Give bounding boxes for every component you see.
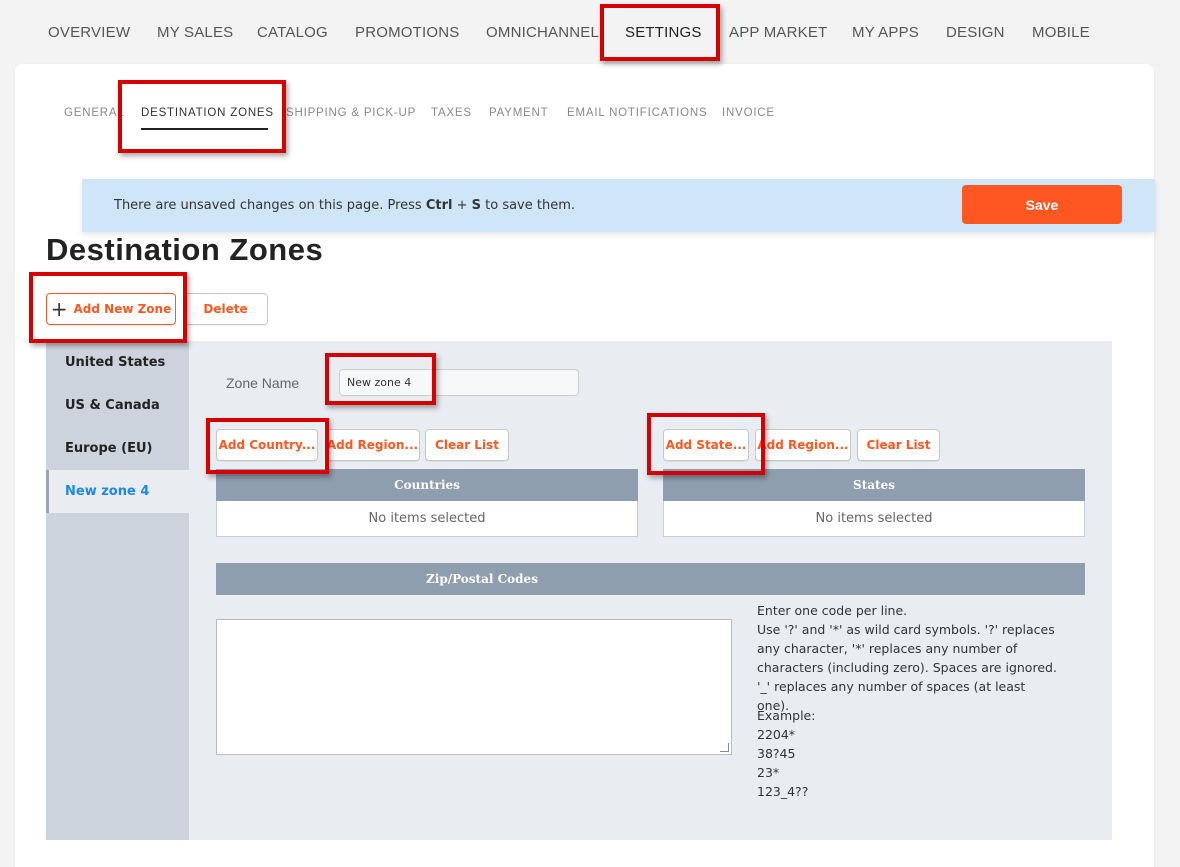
tab-my-apps[interactable]: MY APPS: [852, 24, 919, 41]
zone-item-new-zone-4[interactable]: New zone 4: [46, 470, 189, 513]
subtab-payment[interactable]: PAYMENT: [489, 107, 548, 119]
zip-codes-header: Zip/Postal Codes: [216, 563, 1085, 595]
subtab-general[interactable]: GENERAL: [64, 107, 125, 119]
zone-item-united-states[interactable]: United States: [46, 341, 189, 384]
tab-app-market[interactable]: APP MARKET: [729, 24, 827, 41]
plus-icon: +: [50, 297, 68, 321]
add-region-button-countries[interactable]: Add Region...: [325, 429, 420, 461]
zone-item-us-canada[interactable]: US & Canada: [46, 384, 189, 427]
tab-catalog[interactable]: CATALOG: [257, 24, 328, 41]
save-button[interactable]: Save: [962, 185, 1122, 224]
zone-name-label: Zone Name: [226, 375, 300, 391]
add-region-button-states[interactable]: Add Region...: [755, 429, 851, 461]
tab-settings[interactable]: SETTINGS: [625, 24, 702, 41]
tab-promotions[interactable]: PROMOTIONS: [355, 24, 460, 41]
add-state-button[interactable]: Add State...: [663, 429, 749, 461]
zip-help-line-1: Enter one code per line.: [757, 603, 908, 618]
subtab-taxes[interactable]: TAXES: [431, 107, 472, 119]
add-new-zone-button[interactable]: + Add New Zone: [46, 293, 176, 325]
zone-item-europe-eu[interactable]: Europe (EU): [46, 427, 189, 470]
zone-name-input[interactable]: [339, 369, 579, 396]
countries-table-header: Countries: [216, 469, 638, 501]
tab-mobile[interactable]: MOBILE: [1032, 24, 1090, 41]
tab-omnichannel[interactable]: OMNICHANNEL: [486, 24, 599, 41]
subtab-shipping-pickup[interactable]: SHIPPING & PICK-UP: [286, 107, 416, 119]
unsaved-changes-message: There are unsaved changes on this page. …: [114, 198, 576, 213]
tab-overview[interactable]: OVERVIEW: [48, 24, 130, 41]
active-tab-underline: [141, 128, 268, 130]
zip-example-3: 23*: [757, 765, 780, 780]
tab-my-sales[interactable]: MY SALES: [157, 24, 233, 41]
countries-empty-message: No items selected: [216, 501, 638, 537]
subtab-invoice[interactable]: INVOICE: [722, 107, 775, 119]
unsaved-changes-banner: There are unsaved changes on this page. …: [82, 179, 1155, 232]
add-country-button[interactable]: Add Country...: [216, 429, 318, 461]
zip-example-2: 38?45: [757, 746, 796, 761]
clear-list-button-states[interactable]: Clear List: [857, 429, 940, 461]
states-empty-message: No items selected: [663, 501, 1085, 537]
clear-list-button-countries[interactable]: Clear List: [425, 429, 509, 461]
zone-list: United States US & Canada Europe (EU) Ne…: [46, 341, 189, 840]
subtab-destination-zones[interactable]: DESTINATION ZONES: [141, 107, 274, 119]
delete-button[interactable]: Delete: [183, 293, 268, 325]
zip-codes-textarea[interactable]: [216, 619, 732, 755]
states-table-header: States: [663, 469, 1085, 501]
top-navigation: OVERVIEW MY SALES CATALOG PROMOTIONS OMN…: [0, 0, 1180, 64]
subtab-email-notifications[interactable]: EMAIL NOTIFICATIONS: [567, 107, 707, 119]
tab-design[interactable]: DESIGN: [946, 24, 1005, 41]
zip-help-wildcards: Use '?' and '*' as wild card symbols. '?…: [757, 622, 1057, 713]
page-title: Destination Zones: [46, 232, 324, 267]
zip-example-4: 123_4??: [757, 784, 809, 799]
zip-example-label: Example:: [757, 708, 816, 723]
zip-example-1: 2204*: [757, 727, 796, 742]
